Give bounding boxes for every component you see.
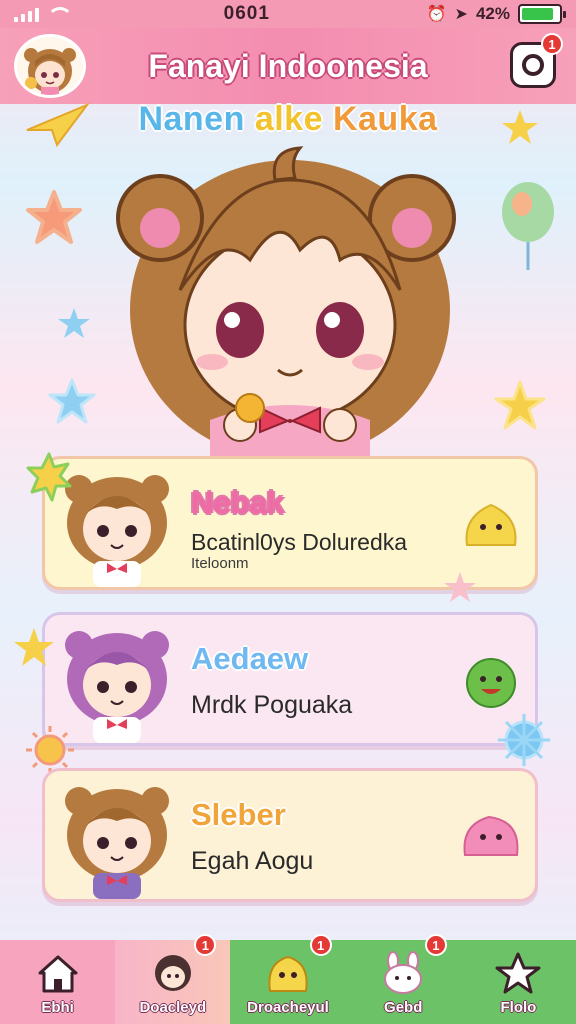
- nav-label: Flolo: [500, 999, 537, 1016]
- home-icon: [38, 955, 78, 993]
- wifi-icon: [47, 7, 73, 21]
- character-card[interactable]: Aedaew Mrdk Poguaka: [42, 612, 538, 746]
- battery-icon: [517, 4, 566, 24]
- card-description: Egah Aogu: [191, 847, 314, 875]
- notification-badge: 1: [541, 33, 563, 55]
- balloon-icon: [502, 182, 554, 270]
- star-icon: [494, 380, 546, 430]
- power-icon: [522, 54, 544, 76]
- bottom-navigation: Ebhi 1 Doacleyd 1 Droacheyul 1 Gebd Flol…: [0, 934, 576, 1024]
- subtitle-part-2: alke: [254, 100, 324, 138]
- paper-plane-icon: [26, 102, 90, 148]
- subtitle-part-3: Kauka: [332, 100, 438, 138]
- nav-item-characters[interactable]: 1 Doacleyd: [115, 934, 231, 1024]
- nav-label: Droacheyul: [247, 999, 329, 1016]
- card-title: Sleber: [191, 797, 286, 832]
- star-icon: [26, 190, 82, 244]
- location-icon: ➤: [454, 6, 468, 23]
- card-title: Nebak: [191, 485, 285, 520]
- signal-icon: [14, 6, 39, 22]
- card-description: Mrdk Poguaka: [191, 691, 353, 719]
- star-icon: [48, 378, 96, 424]
- app-title: Fanayi Indoonesia: [148, 47, 428, 84]
- girl-avatar-icon: [65, 475, 169, 587]
- nav-item-creatures[interactable]: 1 Droacheyul: [230, 934, 346, 1024]
- star-icon: [58, 308, 90, 338]
- girl-avatar-icon: [65, 787, 169, 899]
- nav-item-home[interactable]: Ebhi: [0, 940, 116, 1024]
- star-icon: [14, 628, 54, 666]
- nav-item-friends[interactable]: 1 Gebd: [345, 934, 461, 1024]
- nav-label: Ebhi: [41, 999, 74, 1016]
- notification-button[interactable]: 1: [510, 33, 563, 88]
- nav-badge: 1: [424, 934, 447, 956]
- hero-character-image: [116, 146, 456, 460]
- card-description: Bcatinl0ys Doluredka: [191, 529, 408, 555]
- snowflake-icon: [498, 714, 550, 766]
- yellow-blob-icon: [268, 955, 308, 992]
- status-time: 0601: [223, 3, 270, 24]
- girl-avatar-icon: [154, 955, 191, 991]
- card-subtext: Iteloonm: [191, 555, 249, 572]
- girl-avatar-icon: [24, 48, 76, 95]
- alarm-icon: ⏰: [426, 6, 447, 23]
- star-icon: [502, 110, 538, 144]
- yellow-blob-icon: [465, 503, 517, 546]
- status-bar: 0601 ⏰ ➤ 42%: [0, 0, 576, 28]
- character-card[interactable]: Sleber Egah Aogu: [42, 768, 538, 902]
- nav-badge: 1: [309, 934, 332, 956]
- app-header: Fanayi Indoonesia 1: [0, 28, 576, 104]
- battery-percent: 42%: [475, 4, 510, 23]
- star-icon: [444, 572, 476, 602]
- profile-avatar[interactable]: [14, 34, 86, 98]
- nav-badge: 1: [194, 934, 217, 956]
- nav-label: Gebd: [384, 999, 423, 1016]
- sun-icon: [26, 452, 72, 502]
- star-icon: [495, 952, 541, 994]
- battery-fill: [521, 8, 553, 20]
- status-left: [14, 6, 73, 22]
- status-right: ⏰ ➤ 42%: [426, 4, 566, 24]
- card-title: Aedaew: [191, 641, 309, 676]
- nav-label: Doacleyd: [139, 999, 207, 1016]
- subtitle-part-1: Nanen: [138, 100, 245, 138]
- green-monster-icon: [466, 658, 516, 708]
- bunny-icon: [384, 951, 423, 994]
- nav-item-favorites[interactable]: Flolo: [460, 940, 576, 1024]
- pink-blob-icon: [463, 815, 519, 856]
